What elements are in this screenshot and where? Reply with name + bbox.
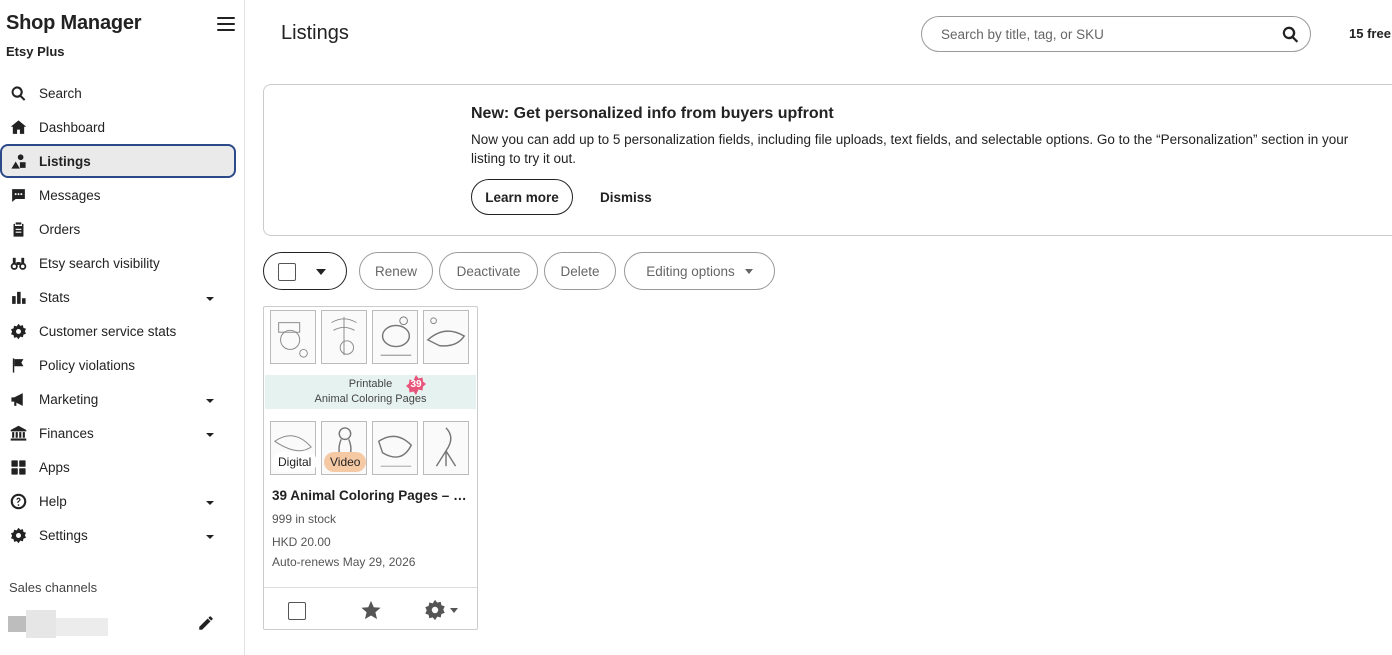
sidebar-item-label: Stats bbox=[39, 289, 70, 305]
editing-options-button[interactable]: Editing options bbox=[624, 252, 775, 290]
free-listings-count: 15 free bbox=[1349, 26, 1391, 41]
chevron-down-icon[interactable] bbox=[205, 496, 215, 506]
sidebar-item-dashboard[interactable]: Dashboard bbox=[0, 110, 244, 144]
sidebar-item-label: Dashboard bbox=[39, 119, 106, 135]
sidebar-item-customer-service-stats[interactable]: Customer service stats bbox=[0, 314, 244, 348]
sidebar-item-settings[interactable]: Settings bbox=[0, 518, 244, 552]
editing-options-label: Editing options bbox=[646, 263, 735, 279]
listing-stock: 999 in stock bbox=[272, 512, 337, 526]
coloring-page-thumb bbox=[372, 421, 418, 475]
chat-icon bbox=[9, 186, 27, 204]
count-badge-text: 39 bbox=[410, 379, 422, 390]
sidebar: Shop Manager Etsy Plus Search Dashboard … bbox=[0, 0, 245, 655]
edit-pencil-icon[interactable] bbox=[197, 614, 215, 632]
banner-title: New: Get personalized info from buyers u… bbox=[471, 105, 834, 122]
sidebar-item-label: Help bbox=[39, 493, 67, 509]
listing-thumbnail[interactable]: Printable Animal Coloring Pages 39 Digit… bbox=[265, 308, 476, 480]
digital-tag: Digital bbox=[272, 452, 318, 472]
listing-renewal: Auto-renews May 29, 2026 bbox=[272, 555, 416, 569]
listing-card[interactable]: Printable Animal Coloring Pages 39 Digit… bbox=[263, 306, 478, 630]
coloring-page-thumb bbox=[270, 310, 316, 364]
sales-channels-heading: Sales channels bbox=[9, 580, 98, 595]
shop-manager-title: Shop Manager bbox=[6, 12, 142, 34]
delete-button[interactable]: Delete bbox=[544, 252, 616, 290]
hamburger-menu-icon[interactable] bbox=[217, 17, 235, 33]
sidebar-item-marketing[interactable]: Marketing bbox=[0, 382, 244, 416]
plan-label: Etsy Plus bbox=[6, 44, 65, 59]
caret-down-icon[interactable] bbox=[316, 269, 326, 275]
sidebar-item-policy-violations[interactable]: Policy violations bbox=[0, 348, 244, 382]
coloring-page-thumb bbox=[423, 421, 469, 475]
chevron-down-icon[interactable] bbox=[205, 428, 215, 438]
binoculars-icon bbox=[9, 254, 27, 272]
home-icon bbox=[9, 118, 27, 136]
listing-price: HKD 20.00 bbox=[272, 535, 331, 549]
chevron-down-icon[interactable] bbox=[205, 292, 215, 302]
gear-icon bbox=[9, 526, 27, 544]
listing-title[interactable]: 39 Animal Coloring Pages – Printable Kid… bbox=[272, 488, 472, 503]
caret-down-icon[interactable] bbox=[450, 608, 458, 613]
page-title: Listings bbox=[281, 22, 349, 44]
sidebar-item-label: Listings bbox=[39, 153, 91, 169]
sidebar-item-listings[interactable]: Listings bbox=[0, 144, 236, 178]
gear-icon[interactable] bbox=[424, 599, 446, 621]
sidebar-nav: Search Dashboard Listings Messages Order… bbox=[0, 76, 244, 552]
help-icon bbox=[9, 492, 27, 510]
megaphone-icon bbox=[9, 390, 27, 408]
sidebar-item-label: Finances bbox=[39, 425, 94, 441]
learn-more-button[interactable]: Learn more bbox=[471, 179, 573, 215]
star-icon[interactable] bbox=[360, 599, 382, 621]
sidebar-item-label: Customer service stats bbox=[39, 323, 177, 339]
sidebar-item-label: Marketing bbox=[39, 391, 99, 407]
sidebar-item-label: Settings bbox=[39, 527, 88, 543]
sidebar-item-orders[interactable]: Orders bbox=[0, 212, 244, 246]
sidebar-item-help[interactable]: Help bbox=[0, 484, 244, 518]
sales-channel-blurred[interactable] bbox=[8, 606, 108, 640]
gear-icon bbox=[9, 322, 27, 340]
sidebar-item-label: Policy violations bbox=[39, 357, 136, 373]
sidebar-item-label: Messages bbox=[39, 187, 101, 203]
thumbnail-line-2: Animal Coloring Pages bbox=[314, 393, 427, 405]
thumbnail-line-1: Printable bbox=[348, 378, 393, 390]
deactivate-button[interactable]: Deactivate bbox=[439, 252, 538, 290]
select-all-dropdown[interactable] bbox=[263, 252, 347, 290]
sidebar-item-label: Apps bbox=[39, 459, 70, 475]
sidebar-item-search[interactable]: Search bbox=[0, 76, 244, 110]
clipboard-icon bbox=[9, 220, 27, 238]
select-all-checkbox[interactable] bbox=[278, 263, 296, 281]
sidebar-item-search-visibility[interactable]: Etsy search visibility bbox=[0, 246, 244, 280]
sidebar-item-messages[interactable]: Messages bbox=[0, 178, 244, 212]
caret-down-icon bbox=[744, 269, 753, 275]
sidebar-item-stats[interactable]: Stats bbox=[0, 280, 244, 314]
bar-chart-icon bbox=[9, 288, 27, 306]
search-icon bbox=[9, 84, 27, 102]
bank-icon bbox=[9, 424, 27, 442]
listing-select-checkbox[interactable] bbox=[288, 602, 306, 620]
coloring-page-thumb bbox=[372, 310, 418, 364]
coloring-page-thumb bbox=[321, 310, 367, 364]
sidebar-item-label: Orders bbox=[39, 221, 81, 237]
sidebar-item-label: Etsy search visibility bbox=[39, 255, 160, 271]
personalization-banner: New: Get personalized info from buyers u… bbox=[263, 84, 1392, 236]
video-tag: Video bbox=[324, 452, 367, 472]
banner-body: Now you can add up to 5 personalization … bbox=[471, 132, 1349, 166]
shapes-icon bbox=[9, 152, 27, 170]
search-input[interactable] bbox=[941, 26, 1261, 42]
listing-card-actions bbox=[264, 587, 477, 629]
grid-icon bbox=[9, 458, 27, 476]
count-badge: 39 bbox=[406, 375, 426, 395]
renew-button[interactable]: Renew bbox=[359, 252, 433, 290]
flag-icon bbox=[9, 356, 27, 374]
search-icon[interactable] bbox=[1281, 25, 1300, 44]
search-box[interactable] bbox=[921, 16, 1311, 52]
coloring-page-thumb bbox=[423, 310, 469, 364]
sidebar-item-apps[interactable]: Apps bbox=[0, 450, 244, 484]
dismiss-button[interactable]: Dismiss bbox=[588, 179, 664, 215]
chevron-down-icon[interactable] bbox=[205, 394, 215, 404]
sidebar-item-finances[interactable]: Finances bbox=[0, 416, 244, 450]
chevron-down-icon[interactable] bbox=[205, 530, 215, 540]
sidebar-item-label: Search bbox=[39, 85, 82, 101]
